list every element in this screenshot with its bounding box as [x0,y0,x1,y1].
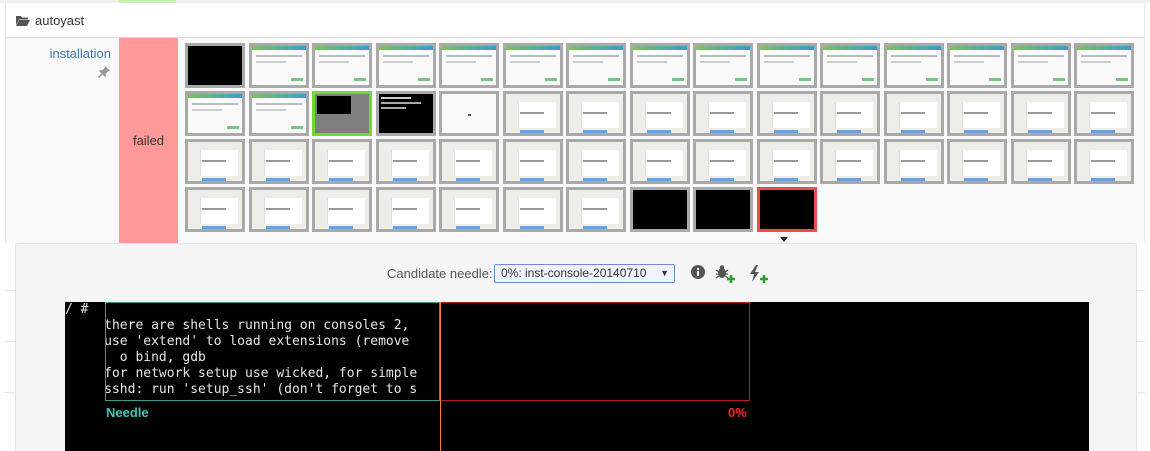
selected-caret [780,237,788,242]
candidate-needle-select[interactable]: 0%: inst-console-20140710 ▼ [494,264,675,283]
step-thumbnail[interactable] [566,187,626,232]
step-thumbnail[interactable] [312,139,372,184]
step-thumbnail[interactable] [249,187,309,232]
step-thumbnail[interactable] [185,43,245,88]
step-thumbnail[interactable] [884,91,944,136]
step-thumbnail[interactable] [503,187,563,232]
step-thumbnail[interactable] [185,139,245,184]
step-thumbnail[interactable] [566,91,626,136]
section-header[interactable]: autoyast [5,3,1145,38]
needle-area-box [105,302,440,401]
step-thumbnail[interactable] [820,43,880,88]
step-thumbnail[interactable] [503,139,563,184]
step-thumbnail[interactable] [249,91,309,136]
step-thumbnail[interactable] [185,91,245,136]
module-name-link[interactable]: installation [6,46,111,61]
step-thumbnail[interactable] [1011,91,1071,136]
step-thumbnail[interactable] [185,187,245,232]
diff-divider-handle[interactable] [440,302,441,451]
step-thumbnail[interactable] [249,43,309,88]
pin-icon [98,66,110,78]
bug-add-icon[interactable] [714,264,735,283]
step-thumbnail[interactable] [693,139,753,184]
step-thumbnail[interactable] [884,139,944,184]
step-thumbnail[interactable] [947,139,1007,184]
candidate-needle-value: 0%: inst-console-20140710 [501,266,647,280]
step-thumbnail[interactable] [1074,91,1134,136]
match-area-box [440,302,750,401]
step-thumbnail[interactable] [820,91,880,136]
step-thumbnail[interactable] [630,139,690,184]
step-thumbnail[interactable] [630,91,690,136]
step-thumbnail[interactable] [312,187,372,232]
step-thumbnail[interactable] [693,187,753,232]
needle-diff-screen[interactable]: / # there are shells running on consoles… [65,302,1089,451]
step-thumbnail[interactable] [566,139,626,184]
step-thumbnail[interactable] [439,187,499,232]
step-thumbnail[interactable] [376,139,436,184]
step-thumbnail[interactable] [693,43,753,88]
result-cell: failed [119,38,178,243]
step-thumbnail[interactable] [566,43,626,88]
result-label: failed [132,133,165,148]
flash-add-icon[interactable] [747,264,768,283]
step-thumbnail[interactable] [757,187,817,232]
step-detail-panel: Candidate needle: 0%: inst-console-20140… [15,243,1137,451]
needle-label: Needle [106,405,149,420]
step-thumbnail[interactable] [757,43,817,88]
step-thumbnail[interactable] [630,187,690,232]
step-thumbnail[interactable] [439,91,499,136]
step-thumbnail[interactable] [1011,43,1071,88]
info-icon[interactable] [690,264,708,282]
step-thumbnail[interactable] [757,139,817,184]
step-thumbnail[interactable] [376,91,436,136]
step-thumbnail[interactable] [1074,139,1134,184]
step-thumbnail[interactable] [439,139,499,184]
step-thumbnail[interactable] [1011,139,1071,184]
step-thumbnail[interactable] [1074,43,1134,88]
step-thumbnail[interactable] [757,91,817,136]
step-thumbnail[interactable] [884,43,944,88]
step-thumbnail[interactable] [630,43,690,88]
step-thumbnail[interactable] [249,139,309,184]
match-percentage: 0% [728,405,747,420]
step-thumbnail[interactable] [439,43,499,88]
section-title: autoyast [35,12,85,28]
step-thumbnail[interactable] [503,91,563,136]
step-thumbnail[interactable] [376,43,436,88]
module-row: installation failed [5,38,1145,243]
step-thumbnail[interactable] [312,91,372,136]
step-thumbnail[interactable] [693,91,753,136]
step-thumbnail[interactable] [376,187,436,232]
step-thumbnail[interactable] [820,139,880,184]
candidate-needle-label: Candidate needle: [387,266,493,281]
step-thumbnail[interactable] [312,43,372,88]
step-thumbnail[interactable] [947,91,1007,136]
chevron-down-icon: ▼ [660,268,669,278]
step-thumbnail[interactable] [503,43,563,88]
folder-open-icon [16,15,30,26]
step-thumbnail[interactable] [947,43,1007,88]
